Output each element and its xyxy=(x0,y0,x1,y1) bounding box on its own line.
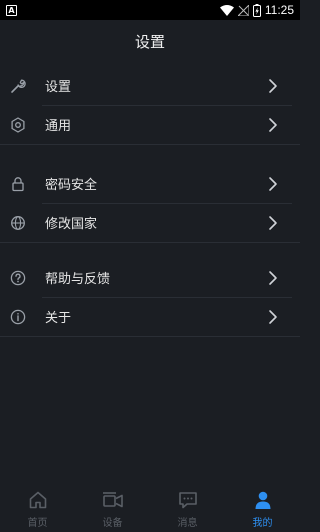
tab-messages[interactable]: 消息 xyxy=(163,489,213,529)
settings-item-general[interactable]: 通用 xyxy=(0,105,300,144)
chevron-right-icon xyxy=(269,118,277,132)
settings-item-about[interactable]: 关于 xyxy=(0,297,300,336)
tab-devices[interactable]: 设备 xyxy=(88,489,138,529)
page-title: 设置 xyxy=(134,32,165,51)
info-icon xyxy=(10,309,26,325)
settings-item-label: 帮助与反馈 xyxy=(45,272,111,287)
page-header: 设置 xyxy=(0,20,300,62)
section-divider xyxy=(0,242,300,243)
wrench-icon xyxy=(10,78,26,94)
settings-item-label: 修改国家 xyxy=(45,217,98,232)
settings-group-general: 设置 通用 xyxy=(0,66,300,144)
settings-group-security: 密码安全 修改国家 xyxy=(0,164,300,242)
settings-group-support: 帮助与反馈 关于 xyxy=(0,258,300,336)
lock-icon xyxy=(10,176,26,192)
chevron-right-icon xyxy=(269,271,277,285)
chevron-right-icon xyxy=(269,79,277,93)
status-bar: A 11:25 xyxy=(0,0,300,20)
settings-item-label: 密码安全 xyxy=(45,178,98,193)
tab-home[interactable]: 首页 xyxy=(13,489,63,529)
tab-label: 我的 xyxy=(252,518,273,529)
status-indicators: 11:25 xyxy=(219,3,294,17)
section-divider xyxy=(0,144,300,145)
settings-item-password-security[interactable]: 密码安全 xyxy=(0,164,300,203)
wifi-icon xyxy=(219,4,234,16)
globe-icon xyxy=(10,215,26,231)
settings-item-label: 关于 xyxy=(45,311,72,326)
no-signal-icon xyxy=(237,4,249,16)
settings-item-label: 设置 xyxy=(45,80,72,95)
user-icon xyxy=(253,489,273,511)
settings-item-help-feedback[interactable]: 帮助与反馈 xyxy=(0,258,300,297)
home-icon xyxy=(28,489,48,511)
tab-mine[interactable]: 我的 xyxy=(238,489,288,529)
help-icon xyxy=(10,270,26,286)
battery-icon xyxy=(252,3,261,17)
message-icon xyxy=(178,489,198,511)
section-divider xyxy=(0,336,300,337)
chevron-right-icon xyxy=(269,177,277,191)
tab-label: 首页 xyxy=(27,518,48,529)
device-icon xyxy=(102,489,124,511)
gear-icon xyxy=(10,116,26,133)
chevron-right-icon xyxy=(269,310,277,324)
tab-label: 消息 xyxy=(177,518,198,529)
chevron-right-icon xyxy=(269,216,277,230)
settings-item-change-country[interactable]: 修改国家 xyxy=(0,203,300,242)
status-time: 11:25 xyxy=(264,3,294,17)
settings-item-label: 通用 xyxy=(45,119,72,134)
settings-item-settings[interactable]: 设置 xyxy=(0,66,300,105)
notification-a-icon: A xyxy=(6,4,17,16)
tab-label: 设备 xyxy=(102,518,123,529)
bottom-tab-bar: 首页 设备 消息 我的 xyxy=(0,484,300,532)
